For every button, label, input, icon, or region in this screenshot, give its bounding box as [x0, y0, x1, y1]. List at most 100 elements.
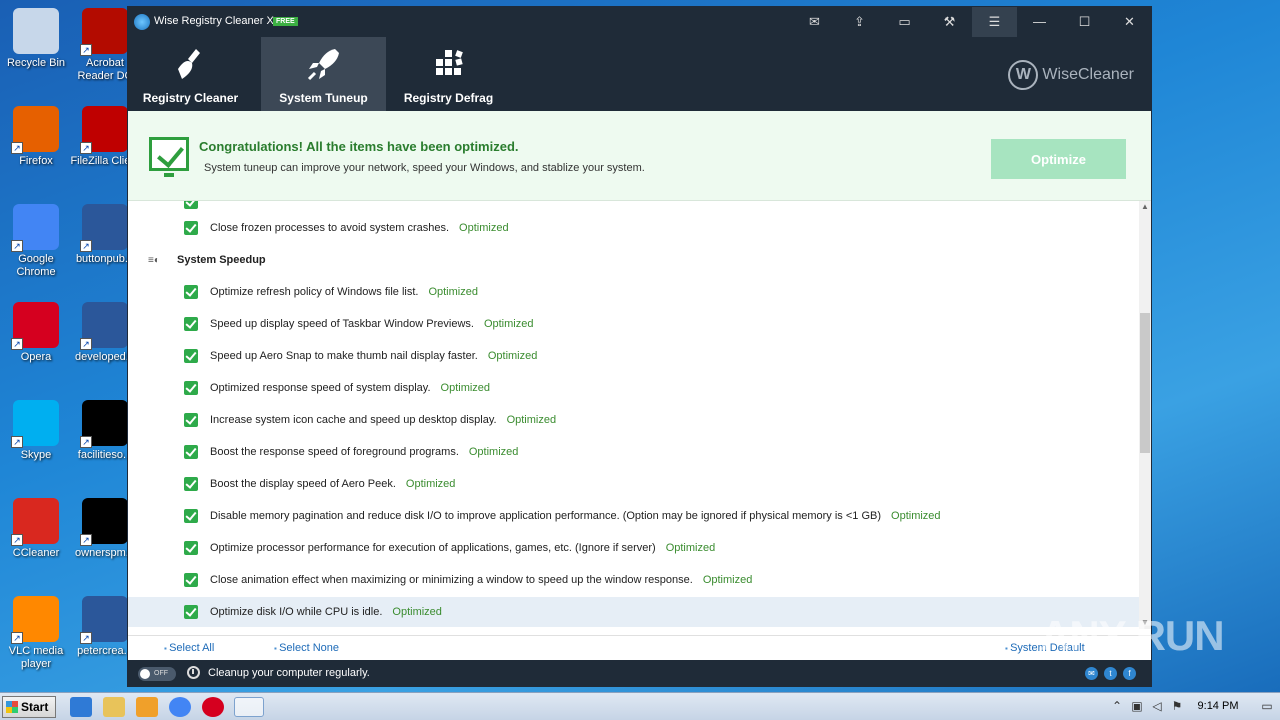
main-nav: Registry Cleaner System Tuneup Registry … — [128, 37, 1151, 111]
list-item[interactable]: Optimize refresh policy of Windows file … — [128, 277, 1139, 307]
volume-icon[interactable]: ◁ — [1150, 699, 1164, 713]
chrome-taskbar-icon[interactable] — [169, 697, 191, 717]
speedometer-icon: ≡◐ — [148, 255, 160, 266]
feedback-icon[interactable]: ▭ — [882, 7, 927, 37]
shortcut-arrow-icon: ↗ — [80, 436, 92, 448]
monitor-stand — [164, 173, 174, 177]
menu-icon[interactable]: ☰ — [972, 7, 1017, 37]
wisecleaner-logo[interactable]: W WiseCleaner — [1008, 60, 1134, 90]
desktop-icon[interactable]: ↗ CCleaner — [1, 498, 71, 560]
scroll-up-arrow-icon[interactable]: ▲ — [1139, 201, 1151, 213]
item-status: Optimized — [459, 222, 509, 234]
select-none-link[interactable]: Select None — [274, 642, 339, 654]
firefox-icon: ↗ — [11, 106, 59, 154]
opera-taskbar-icon[interactable] — [202, 697, 224, 717]
select-all-link[interactable]: Select All — [164, 642, 214, 654]
settings-wrench-icon[interactable]: ⚒ — [927, 7, 972, 37]
desktop-icon[interactable]: ↗ Opera — [1, 302, 71, 364]
item-status: Optimized — [428, 286, 478, 298]
list-item[interactable]: Disable memory pagination and reduce dis… — [128, 501, 1139, 531]
broom-icon — [172, 45, 210, 83]
list-item[interactable]: Increase system icon cache and speed up … — [128, 405, 1139, 435]
item-checkbox[interactable] — [184, 201, 198, 209]
item-checkbox[interactable] — [184, 605, 198, 619]
item-checkbox[interactable] — [184, 381, 198, 395]
maximize-button[interactable]: ☐ — [1062, 7, 1107, 37]
close-button[interactable]: ✕ — [1107, 7, 1152, 37]
list-item[interactable]: Close animation effect when maximizing o… — [128, 565, 1139, 595]
list-item[interactable]: Speed up Aero Snap to make thumb nail di… — [128, 341, 1139, 371]
schedule-toggle[interactable]: OFF — [138, 667, 176, 681]
item-checkbox[interactable] — [184, 349, 198, 363]
tab-system-tuneup[interactable]: System Tuneup — [261, 37, 386, 111]
ie-taskbar-icon[interactable] — [70, 697, 92, 717]
anyrun-watermark: ANY RUN — [1040, 612, 1225, 659]
item-text-wrap: Close frozen processes to avoid system c… — [210, 222, 509, 234]
list-item[interactable]: Optimize processor performance for execu… — [128, 533, 1139, 563]
twitter-icon[interactable]: t — [1104, 667, 1117, 680]
skype-icon: ↗ — [11, 400, 59, 448]
item-checkbox[interactable] — [184, 445, 198, 459]
upgrade-arrow-icon[interactable]: ⇪ — [837, 7, 882, 37]
desktop-icon[interactable]: Recycle Bin — [1, 8, 71, 70]
list-item[interactable]: Boost the display speed of Aero Peek. Opt… — [128, 469, 1139, 499]
item-text-wrap: Optimize processor performance for execu… — [210, 542, 715, 554]
item-status: Optimized — [440, 382, 491, 394]
list-item[interactable]: Speed up display speed of Taskbar Window… — [128, 309, 1139, 339]
tab-registry-cleaner[interactable]: Registry Cleaner — [128, 37, 253, 111]
desktop-icon[interactable]: ↗ Firefox — [1, 106, 71, 168]
email-share-icon[interactable]: ✉ — [1085, 667, 1098, 680]
item-status: Optimized — [392, 606, 442, 618]
minimize-button[interactable]: — — [1017, 7, 1062, 37]
desktop-icon-label: Opera — [20, 351, 52, 363]
list-item[interactable]: Boost the response speed of foreground p… — [128, 437, 1139, 467]
item-label: Boost the display speed of Aero Peek. — [210, 478, 396, 490]
word-doc-icon: ↗ — [80, 204, 128, 252]
desktop-icon[interactable]: ↗ VLC media player — [1, 596, 71, 671]
scroll-thumb[interactable] — [1140, 313, 1150, 453]
item-status: Optimized — [405, 478, 456, 490]
app-logo-icon — [134, 14, 150, 30]
network-icon[interactable]: ▣ — [1130, 699, 1144, 713]
explorer-taskbar-icon[interactable] — [103, 697, 125, 717]
start-button[interactable]: Start — [2, 696, 56, 718]
opera-icon: ↗ — [11, 302, 59, 350]
banner-heading: Congratulations! All the items have been… — [199, 139, 519, 154]
item-text-wrap: Optimize disk I/O while CPU is idle. Opti… — [210, 606, 442, 618]
action-center-flag-icon[interactable]: ⚑ — [1170, 699, 1184, 713]
item-checkbox[interactable] — [184, 317, 198, 331]
rocket-icon — [305, 45, 343, 83]
list-item[interactable]: Optimize disk I/O while CPU is idle. Opti… — [128, 597, 1139, 627]
windows-flag-icon — [6, 701, 18, 713]
shortcut-arrow-icon: ↗ — [80, 240, 92, 252]
list-item[interactable]: Close frozen processes to avoid system c… — [128, 213, 1139, 243]
monitor-check-icon — [149, 137, 189, 171]
list-item[interactable]: Optimized response speed of system displ… — [128, 373, 1139, 403]
mail-icon[interactable]: ✉ — [792, 7, 837, 37]
facebook-icon[interactable]: f — [1123, 667, 1136, 680]
item-label: Increase system icon cache and speed up … — [210, 414, 497, 426]
list-scrollbar[interactable]: ▲ ▼ — [1139, 201, 1151, 629]
item-status: Optimized — [468, 446, 519, 458]
shortcut-arrow-icon: ↗ — [80, 534, 92, 546]
desktop-icon[interactable]: ↗ Google Chrome — [1, 204, 71, 279]
media-player-taskbar-icon[interactable] — [136, 697, 158, 717]
item-checkbox[interactable] — [184, 285, 198, 299]
show-hidden-icons-icon[interactable]: ⌃ — [1110, 699, 1124, 713]
item-checkbox[interactable] — [184, 221, 198, 235]
item-checkbox[interactable] — [184, 413, 198, 427]
desktop-icon[interactable]: ↗ Skype — [1, 400, 71, 462]
show-desktop-icon[interactable]: ▭ — [1260, 699, 1274, 713]
black-file-icon: ↗ — [80, 498, 128, 546]
item-checkbox[interactable] — [184, 477, 198, 491]
tab-registry-defrag[interactable]: Registry Defrag — [386, 37, 511, 111]
optimize-button[interactable]: Optimize — [991, 139, 1126, 179]
wise-registry-taskbar-icon[interactable] — [234, 697, 264, 717]
filezilla-icon: ↗ — [80, 106, 128, 154]
item-checkbox[interactable] — [184, 573, 198, 587]
title-bar[interactable]: Wise Registry Cleaner X FREE ✉ ⇪ ▭ ⚒ ☰ —… — [128, 7, 1151, 37]
item-label: Close animation effect when maximizing o… — [210, 574, 693, 586]
item-checkbox[interactable] — [184, 541, 198, 555]
item-checkbox[interactable] — [184, 509, 198, 523]
taskbar-clock[interactable]: 9:14 PM — [1188, 700, 1248, 712]
